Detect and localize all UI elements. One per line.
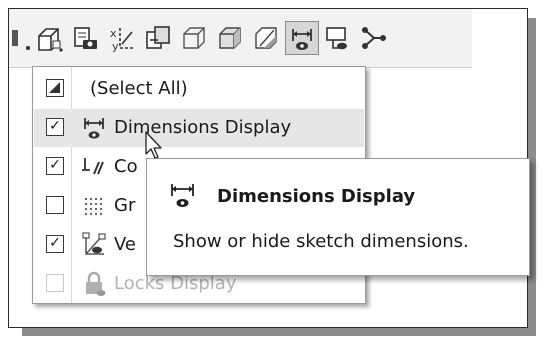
svg-text:x: x <box>110 27 117 40</box>
section-view-icon[interactable] <box>249 21 283 55</box>
tooltip-title: Dimensions Display <box>217 186 416 207</box>
locks-display-checkbox <box>46 274 64 292</box>
capture-snapshot-icon[interactable] <box>69 21 103 55</box>
connector-icon[interactable] <box>357 21 391 55</box>
menu-item-select-all[interactable]: (Select All) <box>34 70 364 108</box>
solid-box-icon[interactable] <box>177 21 211 55</box>
menu-item-label: Gr <box>114 195 136 216</box>
tooltip-description: Show or hide sketch dimensions. <box>173 231 469 252</box>
dimensions-display-checkbox[interactable]: ✓ <box>46 118 64 136</box>
menu-item-label: Locks Display <box>114 273 237 294</box>
tooltip-dimensions-display-icon <box>171 184 194 207</box>
constraints-display-checkbox[interactable]: ✓ <box>46 157 64 175</box>
constraints-display-icon <box>82 158 104 175</box>
vertices-display-checkbox[interactable]: ✓ <box>46 235 64 253</box>
menu-item-dimensions-display[interactable]: ✓ Dimensions Display <box>34 109 364 147</box>
menu-item-label: Ve <box>114 234 136 255</box>
dimensions-display-icon <box>84 118 104 139</box>
sketch-hide-icon[interactable] <box>321 21 355 55</box>
vertices-display-icon <box>82 232 106 255</box>
sketch-toolbar: xy <box>9 9 472 68</box>
grid-display-checkbox[interactable] <box>46 196 64 214</box>
mouse-pointer-icon <box>145 131 162 159</box>
toolbar-separator-dot <box>3 21 37 55</box>
frame-shadow-bottom <box>22 328 536 336</box>
menu-item-label: (Select All) <box>90 78 188 99</box>
select-all-checkbox[interactable] <box>46 79 64 97</box>
menu-item-label: Dimensions Display <box>114 117 292 138</box>
tooltip: Dimensions Display Show or hide sketch d… <box>146 158 530 276</box>
lock-icon <box>86 271 106 296</box>
menu-item-label: Co <box>114 156 138 177</box>
axis-transform-icon[interactable]: xy <box>105 21 139 55</box>
svg-text:y: y <box>112 40 119 52</box>
grid-display-icon <box>84 197 103 216</box>
sketch-view-icon[interactable] <box>33 21 67 55</box>
dimensions-display-icon[interactable] <box>285 21 319 55</box>
shaded-box-icon[interactable] <box>213 21 247 55</box>
copy-icon[interactable] <box>141 21 175 55</box>
